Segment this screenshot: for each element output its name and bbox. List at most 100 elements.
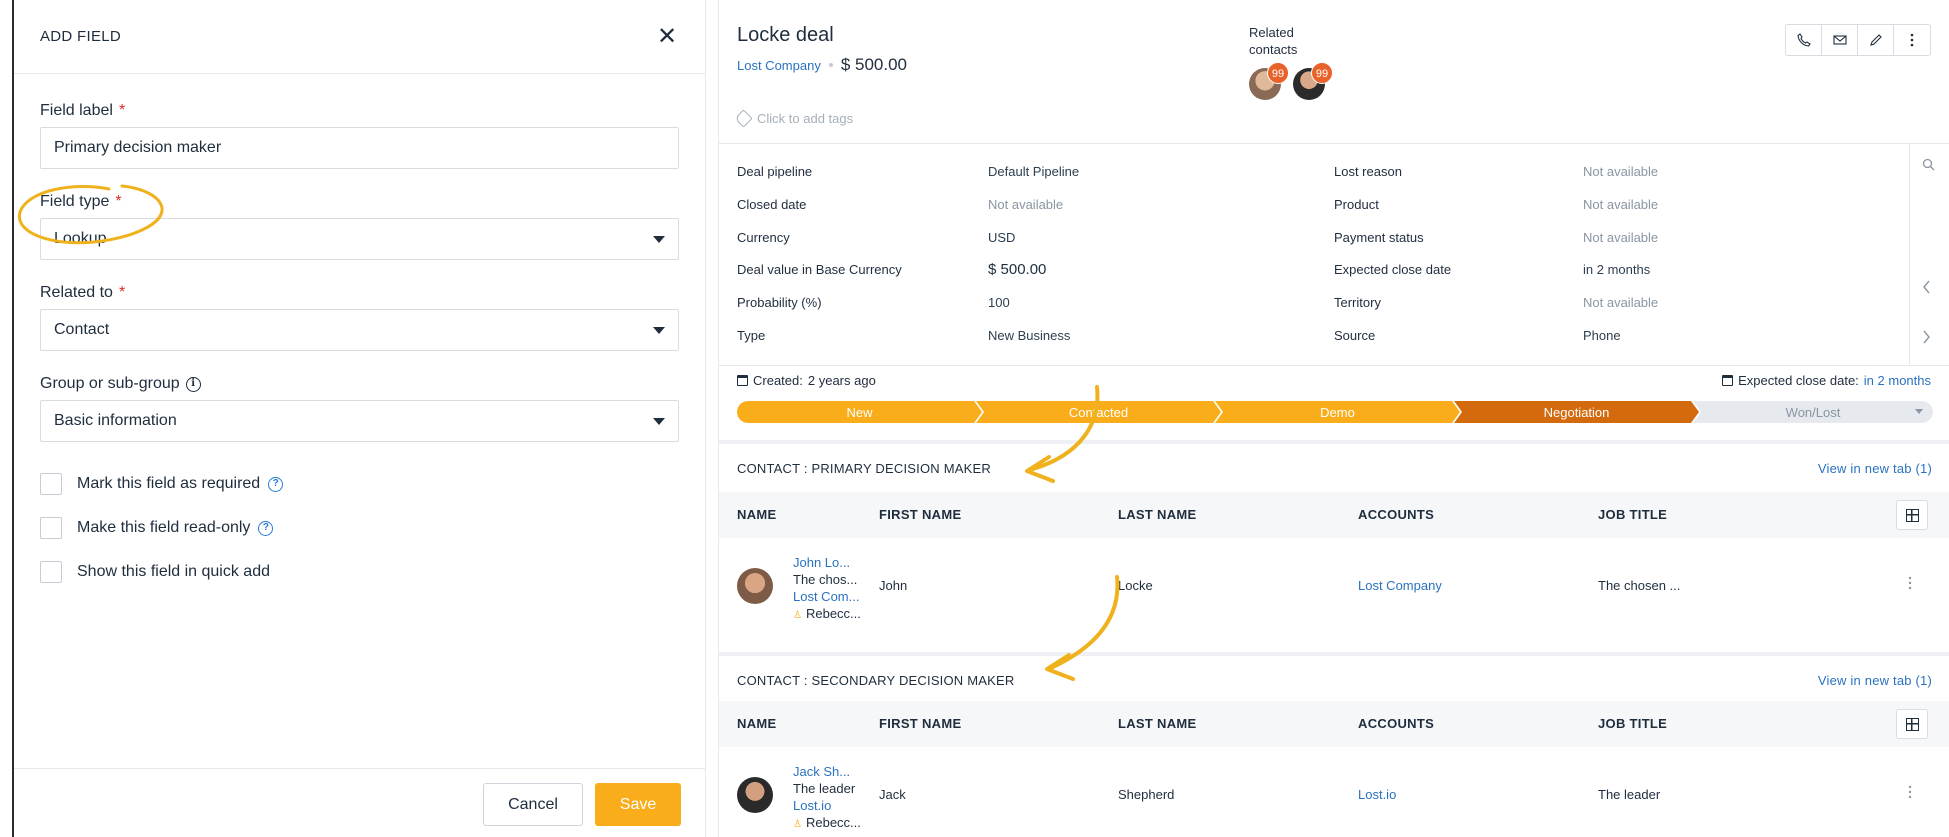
stage-won-lost-label: Won/Lost <box>1785 404 1841 420</box>
field-label-input[interactable]: Primary decision maker <box>40 127 679 169</box>
avatar[interactable]: 99 <box>1293 62 1333 100</box>
company-link[interactable]: Lost Company <box>737 58 821 73</box>
detail-value: Phone <box>1583 328 1621 343</box>
help-icon[interactable]: ? <box>258 520 274 536</box>
contact-name-link[interactable]: John Lo... <box>793 554 861 571</box>
row-more-icon[interactable] <box>1908 576 1912 590</box>
related-to-select[interactable]: Contact <box>40 309 679 351</box>
quick-add-checkbox[interactable] <box>40 561 62 583</box>
cancel-button[interactable]: Cancel <box>483 783 583 826</box>
owner-icon: ♙ <box>793 819 802 830</box>
help-icon[interactable]: ? <box>268 476 284 492</box>
detail-label: Closed date <box>737 197 807 212</box>
view-in-new-tab-link[interactable]: View in new tab (1) <box>1818 673 1932 688</box>
last-name-cell: Locke <box>1118 578 1153 593</box>
expected-close-label: Expected close date: <box>1738 373 1859 388</box>
edit-icon[interactable] <box>1858 25 1894 55</box>
job-title-cell: The leader <box>1598 787 1661 802</box>
section-header-primary: CONTACT : PRIMARY DECISION MAKER View in… <box>719 444 1949 492</box>
pipeline-stages: New Contacted Demo Negotiation Won/Lost <box>737 401 1933 423</box>
detail-value: Not available <box>1583 197 1659 212</box>
add-field-panel: ADD FIELD ✕ Field label * Primary decisi… <box>12 0 706 837</box>
created-info: Created: 2 years ago <box>737 373 876 388</box>
deal-amount: $ 500.00 <box>840 55 908 74</box>
chevron-down-icon <box>653 326 665 334</box>
deal-header: Locke deal Lost Company $ 500.00 Click t… <box>719 0 1949 144</box>
read-only-checkbox[interactable] <box>40 517 62 539</box>
expected-close-info: Expected close date: in 2 months <box>1722 373 1931 388</box>
field-label-label: Field label <box>40 102 113 119</box>
detail-value: Default Pipeline <box>988 164 1080 179</box>
avatar[interactable]: 99 <box>1249 62 1289 100</box>
chevron-down-icon <box>1915 409 1923 414</box>
expected-close-value[interactable]: in 2 months <box>1864 373 1931 388</box>
column-settings-button[interactable] <box>1896 500 1928 530</box>
contact-company-link[interactable]: Lost.io <box>793 797 861 814</box>
stage-won-lost[interactable]: Won/Lost <box>1693 401 1933 423</box>
detail-value: 100 <box>988 295 1010 310</box>
stage-contacted[interactable]: Contacted <box>976 401 1221 423</box>
avatar[interactable] <box>737 568 773 604</box>
detail-value: Not available <box>988 197 1064 212</box>
chevron-down-icon <box>653 417 665 425</box>
required-marker: * <box>115 193 122 210</box>
quick-add-checkbox-label: Show this field in quick add <box>77 563 270 580</box>
save-button[interactable]: Save <box>595 783 681 826</box>
calendar-icon <box>1722 375 1734 386</box>
stage-demo[interactable]: Demo <box>1215 401 1460 423</box>
more-icon[interactable] <box>1894 25 1930 55</box>
group-label: Group or sub-group <box>40 375 180 392</box>
phone-icon[interactable] <box>1786 25 1822 55</box>
account-link[interactable]: Lost Company <box>1358 578 1442 593</box>
column-header[interactable]: LAST NAME <box>1118 507 1197 522</box>
row-more-icon[interactable] <box>1908 785 1912 799</box>
column-header[interactable]: ACCOUNTS <box>1358 507 1434 522</box>
detail-value: $ 500.00 <box>988 261 1047 278</box>
column-header[interactable]: JOB TITLE <box>1598 507 1667 522</box>
account-link[interactable]: Lost.io <box>1358 787 1396 802</box>
first-name-cell: Jack <box>879 787 906 802</box>
related-to-value: Contact <box>54 321 110 338</box>
detail-value: Not available <box>1583 164 1659 179</box>
required-marker: * <box>118 102 126 119</box>
read-only-checkbox-row: Make this field read-only ? <box>40 516 679 540</box>
column-header[interactable]: NAME <box>737 507 776 522</box>
stage-negotiation[interactable]: Negotiation <box>1454 401 1699 423</box>
column-header[interactable]: FIRST NAME <box>879 716 961 731</box>
info-icon[interactable]: i <box>185 376 201 392</box>
column-header[interactable]: LAST NAME <box>1118 716 1197 731</box>
deal-toolbar <box>1785 24 1931 56</box>
contact-company-link[interactable]: Lost Com... <box>793 588 861 605</box>
required-checkbox[interactable] <box>40 473 62 495</box>
field-type-select[interactable]: Lookup <box>40 218 679 260</box>
side-nav-strip <box>1909 144 1949 366</box>
view-in-new-tab-link[interactable]: View in new tab (1) <box>1818 461 1932 476</box>
owner-icon: ♙ <box>793 610 802 621</box>
tags-input[interactable]: Click to add tags <box>734 109 853 128</box>
mail-icon[interactable] <box>1822 25 1858 55</box>
column-settings-button[interactable] <box>1896 709 1928 739</box>
detail-label: Deal value in Base Currency <box>737 262 902 277</box>
field-label-value: Primary decision maker <box>54 139 222 156</box>
grid-icon <box>1905 717 1919 731</box>
chevron-down-icon <box>653 235 665 243</box>
avatar-badge: 99 <box>1267 62 1289 84</box>
detail-value: Not available <box>1583 230 1659 245</box>
chevron-right-icon[interactable] <box>1922 330 1931 348</box>
detail-label: Product <box>1334 197 1379 212</box>
group-select[interactable]: Basic information <box>40 400 679 442</box>
column-header[interactable]: FIRST NAME <box>879 507 961 522</box>
search-icon[interactable] <box>1922 158 1935 175</box>
column-header[interactable]: JOB TITLE <box>1598 716 1667 731</box>
avatar[interactable] <box>737 777 773 813</box>
contact-name-link[interactable]: Jack Sh... <box>793 763 861 780</box>
chevron-left-icon[interactable] <box>1922 280 1931 298</box>
group-select-group: Group or sub-group i Basic information <box>40 375 679 442</box>
column-header[interactable]: NAME <box>737 716 776 731</box>
related-to-label: Related to <box>40 284 113 301</box>
panel-footer: Cancel Save <box>14 768 705 837</box>
column-header[interactable]: ACCOUNTS <box>1358 716 1434 731</box>
stage-new[interactable]: New <box>737 401 982 423</box>
close-icon[interactable]: ✕ <box>655 24 679 49</box>
section-title: CONTACT : SECONDARY DECISION MAKER <box>737 672 1015 688</box>
